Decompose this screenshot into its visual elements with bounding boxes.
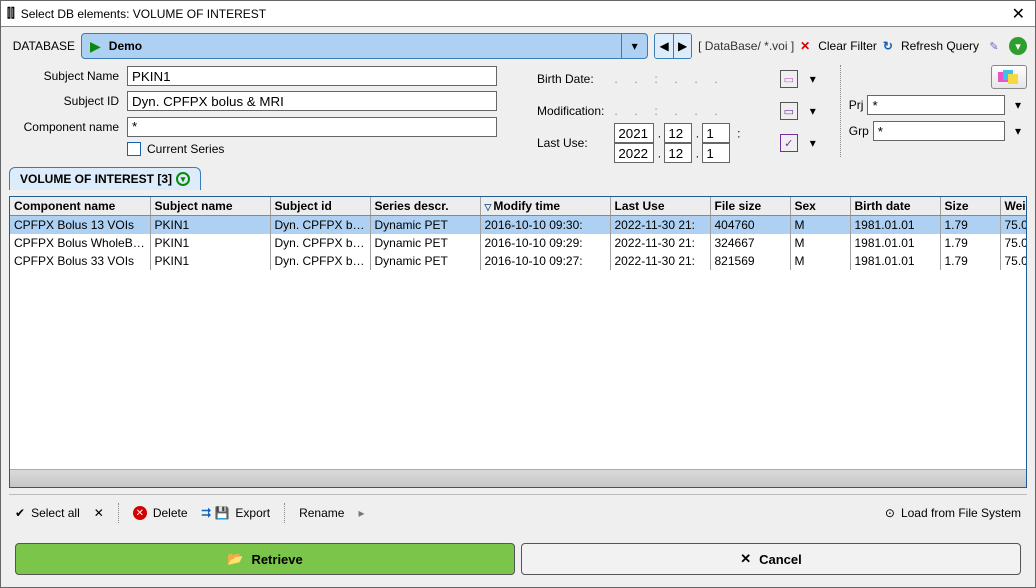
wand-icon[interactable]: ✎ [985,37,1003,55]
close-icon[interactable]: ✕ [1008,4,1029,24]
subject-name-label: Subject Name [9,69,119,83]
apply-icon[interactable]: ▾ [1009,37,1027,55]
modification-picker-icon[interactable]: ▭ [780,102,798,120]
to-year-input[interactable] [614,143,654,163]
col-header[interactable]: Component name [10,197,150,216]
tab-voi[interactable]: VOLUME OF INTEREST [3] ▾ [9,167,201,190]
subject-name-input[interactable] [127,66,497,86]
disc-icon: ⊙ [885,506,895,520]
prj-input[interactable] [867,95,1005,115]
table-row[interactable]: CPFPX Bolus 33 VOIsPKIN1Dyn. CPFPX boluD… [10,252,1026,270]
table-row[interactable]: CPFPX Bolus WholeBraiPKIN1Dyn. CPFPX bol… [10,234,1026,252]
delete-button[interactable]: ✕Delete [133,506,188,520]
tab-dropdown-icon[interactable]: ▾ [176,172,190,186]
current-series-row: Current Series [127,142,497,156]
dialog-window: ⫿⫿ Select DB elements: VOLUME OF INTERES… [0,0,1036,588]
grp-label: Grp [849,124,869,138]
retrieve-button[interactable]: 📂Retrieve [15,543,515,575]
horizontal-scrollbar[interactable] [10,469,1026,487]
col-header[interactable]: Last Use [610,197,710,216]
more-actions-icon[interactable]: ▸ [358,506,364,520]
from-year-input[interactable] [614,123,654,143]
col-header[interactable]: Series descr. [370,197,480,216]
delete-icon: ✕ [133,506,147,520]
left-filters: Subject Name Subject ID Component name C… [9,65,505,157]
component-name-label: Component name [9,120,119,134]
grp-caret[interactable]: ▾ [1009,124,1027,138]
from-day-input[interactable] [702,123,730,143]
db-path: [ DataBase/ *.voi ] [698,39,794,53]
lastuse-label: Last Use: [537,136,608,150]
close-icon: ✕ [740,551,751,567]
cancel-button[interactable]: ✕Cancel [521,543,1021,575]
app-icon: ⫿⫿ [7,6,15,21]
select-all-button[interactable]: ✔Select all [15,506,80,520]
col-header[interactable]: Birth date [850,197,940,216]
titlebar: ⫿⫿ Select DB elements: VOLUME OF INTERES… [1,1,1035,27]
from-month-input[interactable] [664,123,692,143]
export-icon: ⮆ 💾 [202,506,230,521]
modification-caret[interactable]: ▾ [804,104,822,118]
subject-id-input[interactable] [127,91,497,111]
col-header[interactable]: Subject name [150,197,270,216]
clear-filter-icon: ✕ [800,39,810,53]
current-series-label: Current Series [147,142,224,156]
col-header[interactable]: Weig [1000,197,1026,216]
database-row: DATABASE ▶ Demo ▾ ◀ ▶ [ DataBase/ *.voi … [9,33,1027,59]
export-button[interactable]: ⮆ 💾Export [202,506,271,521]
right-filters: Birth Date: . . : . . . ▭ ▾ Modification… [537,65,828,157]
folder-open-icon: 📂 [227,551,243,567]
next-button[interactable]: ▶ [673,34,691,58]
refresh-button[interactable]: ↻Refresh Query [883,39,979,53]
side-filters: Prj ▾ Grp ▾ [840,65,1027,157]
refresh-icon: ↻ [883,39,893,53]
grp-input[interactable] [873,121,1005,141]
chevron-down-icon[interactable]: ▾ [621,34,647,58]
voi-color-button[interactable] [991,65,1027,89]
database-dropdown[interactable]: ▶ Demo ▾ [81,33,648,59]
check-icon: ✔ [15,506,25,520]
rename-button[interactable]: Rename [299,506,344,520]
subject-id-label: Subject ID [9,94,119,108]
database-name: Demo [109,39,621,53]
col-header[interactable]: Size [940,197,1000,216]
tab-row: VOLUME OF INTEREST [3] ▾ [9,167,1027,190]
prj-label: Prj [849,98,864,112]
prj-caret[interactable]: ▾ [1009,98,1027,112]
current-series-checkbox[interactable] [127,142,141,156]
button-row: 📂Retrieve ✕Cancel [9,537,1027,581]
content-area: DATABASE ▶ Demo ▾ ◀ ▶ [ DataBase/ *.voi … [1,27,1035,587]
col-header[interactable]: Subject id [270,197,370,216]
to-month-input[interactable] [664,143,692,163]
prev-button[interactable]: ◀ [655,34,673,58]
col-header[interactable]: File size [710,197,790,216]
load-from-fs-button[interactable]: ⊙Load from File System [885,506,1021,520]
birthdate-caret[interactable]: ▾ [804,72,822,86]
clear-selection-icon[interactable]: ✕ [94,506,104,520]
play-icon: ▶ [90,38,101,55]
window-title: Select DB elements: VOLUME OF INTEREST [21,7,1008,21]
results-table: Component nameSubject nameSubject idSeri… [9,196,1027,488]
modification-label: Modification: [537,104,608,118]
component-name-input[interactable] [127,117,497,137]
lastuse-checked-icon[interactable]: ✓ [780,134,798,152]
database-label: DATABASE [9,39,75,53]
to-day-input[interactable] [702,143,730,163]
clear-filter-button[interactable]: ✕Clear Filter [800,39,877,53]
lastuse-inputs: . . : . . [614,123,773,163]
col-header[interactable]: ▽Modify time [480,197,610,216]
db-nav-buttons: ◀ ▶ [654,33,692,59]
birthdate-label: Birth Date: [537,72,608,86]
action-bar: ✔Select all ✕ ✕Delete ⮆ 💾Export Rename ▸… [9,494,1027,531]
col-header[interactable]: Sex [790,197,850,216]
lastuse-caret[interactable]: ▾ [804,136,822,150]
birthdate-picker-icon[interactable]: ▭ [780,70,798,88]
table-row[interactable]: CPFPX Bolus 13 VOIsPKIN1Dyn. CPFPX boluD… [10,216,1026,235]
